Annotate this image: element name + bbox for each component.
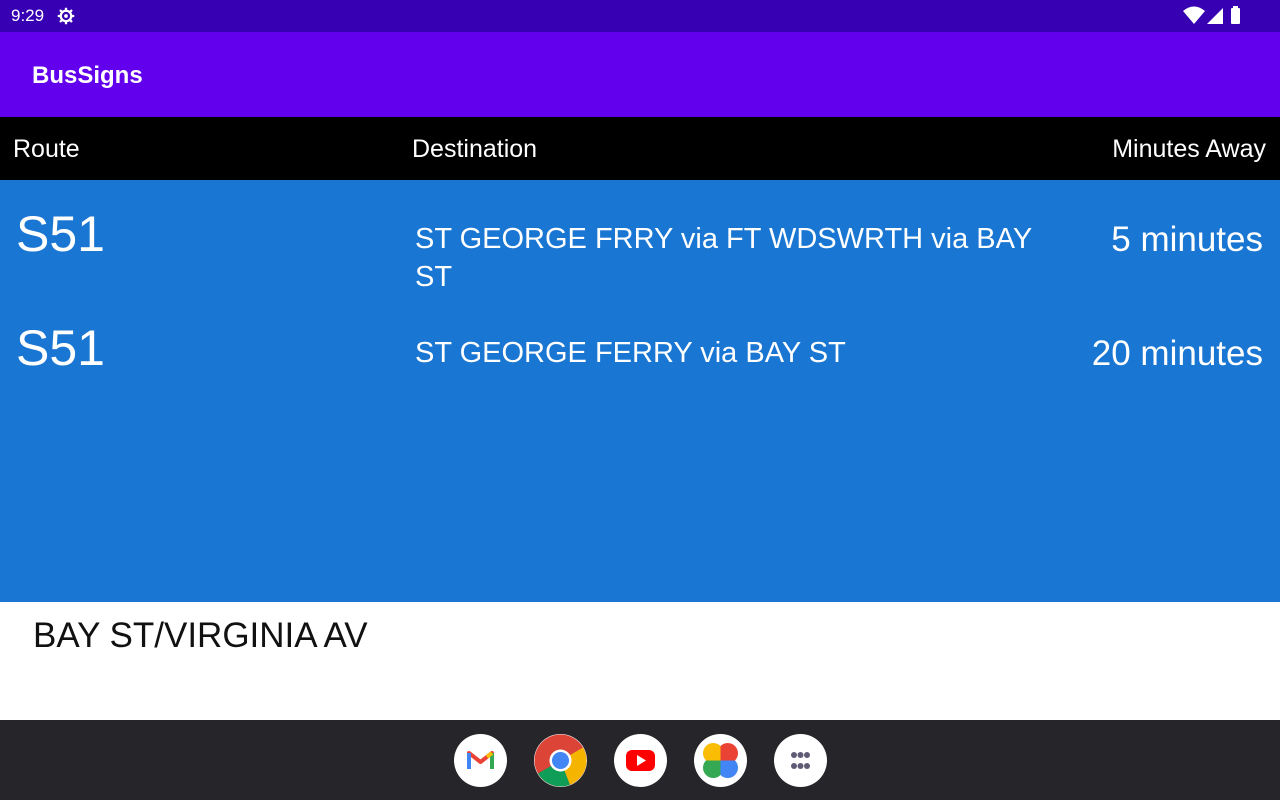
youtube-icon[interactable] bbox=[614, 734, 667, 787]
header-minutes-away: Minutes Away bbox=[1112, 135, 1266, 163]
route-number: S51 bbox=[16, 206, 105, 262]
minutes-away: 20 minutes bbox=[1091, 334, 1263, 373]
app-bar: BusSigns bbox=[0, 32, 1280, 117]
app-title: BusSigns bbox=[32, 62, 143, 89]
app-drawer-icon[interactable] bbox=[774, 734, 827, 787]
destination-text: ST GEORGE FRRY via FT WDSWRTH via BAY ST bbox=[415, 223, 1032, 293]
table-header: Route Destination Minutes Away bbox=[0, 117, 1280, 180]
destination-text: ST GEORGE FERRY via BAY ST bbox=[415, 337, 846, 369]
header-route: Route bbox=[13, 135, 80, 163]
minutes-away: 5 minutes bbox=[1111, 220, 1263, 259]
stop-name: BAY ST/VIRGINIA AV bbox=[33, 616, 368, 655]
status-time: 9:29 bbox=[11, 6, 45, 25]
battery-icon bbox=[1231, 6, 1240, 24]
route-number: S51 bbox=[16, 320, 105, 376]
taskbar-dock bbox=[0, 720, 1280, 800]
photos-icon[interactable] bbox=[694, 734, 747, 787]
arrivals-list[interactable]: S51 ST GEORGE FRRY via FT WDSWRTH via BA… bbox=[0, 180, 1280, 602]
stop-panel: BAY ST/VIRGINIA AV bbox=[0, 602, 1280, 720]
gmail-icon[interactable] bbox=[454, 734, 507, 787]
status-bar: 9:29 bbox=[0, 0, 1280, 32]
wifi-icon bbox=[1183, 6, 1205, 24]
header-destination: Destination bbox=[412, 135, 538, 163]
cell-signal-icon bbox=[1207, 8, 1223, 24]
chrome-icon[interactable] bbox=[534, 734, 587, 787]
settings-gear-icon bbox=[57, 7, 75, 25]
